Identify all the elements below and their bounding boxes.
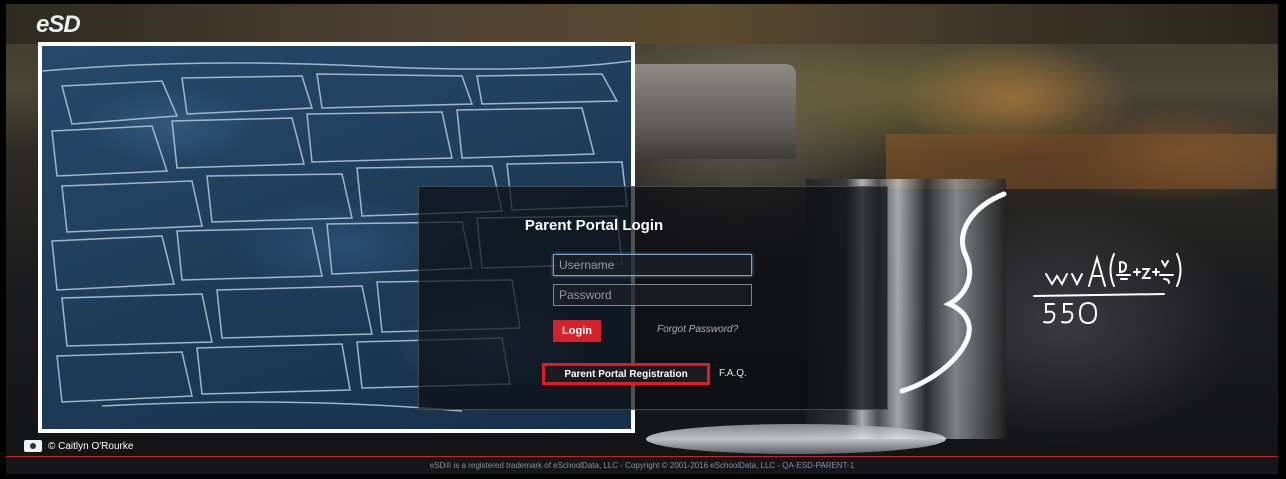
background-foam — [646, 424, 946, 454]
forgot-password-link[interactable]: Forgot Password? — [657, 324, 738, 335]
camera-icon — [24, 440, 42, 452]
power-formula-drawing — [899, 191, 1182, 394]
footer-copyright: eSD® is a registered trademark of eSchoo… — [429, 461, 855, 470]
background-treeline — [6, 4, 1278, 44]
background-rocks — [626, 64, 796, 159]
faq-link[interactable]: F.A.Q. — [719, 368, 747, 379]
parent-portal-registration-button[interactable]: Parent Portal Registration — [542, 363, 710, 385]
photo-credit: © Caitlyn O'Rourke — [24, 440, 133, 452]
username-input[interactable] — [553, 254, 752, 276]
photo-credit-text: © Caitlyn O'Rourke — [48, 440, 134, 452]
page-title: Parent Portal Login — [524, 217, 664, 234]
footer: eSD® is a registered trademark of eSchoo… — [6, 456, 1278, 474]
login-panel: Parent Portal Login Login Forgot Passwor… — [418, 186, 888, 410]
esd-logo: eSD — [36, 11, 81, 38]
background-photo: eSD Parent Portal Login Login Forgot Pas… — [6, 4, 1278, 474]
password-input[interactable] — [553, 284, 752, 306]
login-button[interactable]: Login — [553, 320, 601, 342]
